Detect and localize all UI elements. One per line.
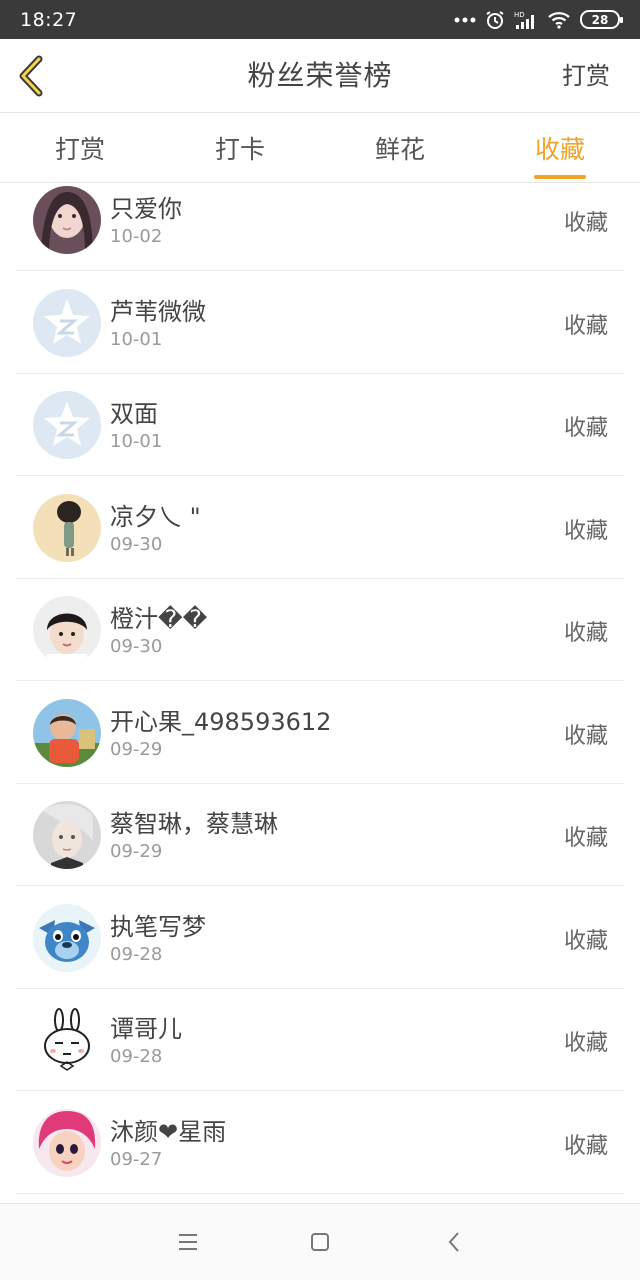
item-tag: 收藏 <box>563 416 608 441</box>
list-item[interactable]: 芦苇微微 10-01 收藏 <box>16 272 624 374</box>
avatar <box>33 186 101 254</box>
alarm-icon <box>485 10 505 30</box>
item-date: 09-28 <box>110 944 163 965</box>
item-name: 执笔写梦 <box>110 913 206 941</box>
list-item[interactable]: 谭哥儿 09-28 收藏 <box>16 989 624 1091</box>
item-date: 09-28 <box>110 1046 163 1067</box>
header: 粉丝荣誉榜 打赏 <box>0 39 640 113</box>
item-name: 只爱你 <box>110 195 182 223</box>
list-item[interactable]: 蔡智琳，蔡慧琳 09-29 收藏 <box>16 784 624 886</box>
list-item[interactable]: 开心果_498593612 09-29 收藏 <box>16 682 624 784</box>
tab-flowers[interactable]: 鲜花 <box>320 113 480 182</box>
item-tag: 收藏 <box>563 826 608 851</box>
svg-text:HD: HD <box>514 11 525 19</box>
item-tag: 收藏 <box>563 314 608 339</box>
item-date: 10-01 <box>110 431 163 452</box>
item-name: 开心果_498593612 <box>110 708 332 736</box>
tab-favorites[interactable]: 收藏 <box>480 113 640 182</box>
menu-button[interactable] <box>176 1230 200 1254</box>
list-item[interactable]: 执笔写梦 09-28 收藏 <box>16 887 624 989</box>
wifi-icon <box>547 11 571 29</box>
item-tag: 收藏 <box>563 929 608 954</box>
avatar <box>33 596 101 664</box>
back-button[interactable] <box>14 54 48 98</box>
avatar <box>33 904 101 972</box>
item-tag: 收藏 <box>563 621 608 646</box>
item-name: 橙汁�� <box>110 605 208 633</box>
back-chevron-icon <box>19 55 43 97</box>
item-date: 10-02 <box>110 226 163 247</box>
item-date: 09-29 <box>110 841 163 862</box>
status-time: 18:27 <box>20 8 78 31</box>
avatar <box>33 494 101 562</box>
item-date: 09-29 <box>110 739 163 760</box>
status-icons: HD 28 <box>454 10 623 30</box>
item-name: 蔡智琳，蔡慧琳 <box>110 810 278 838</box>
system-nav-bar <box>0 1203 640 1280</box>
item-date: 10-01 <box>110 329 163 350</box>
item-tag: 收藏 <box>563 1134 608 1159</box>
item-date: 09-27 <box>110 1149 163 1170</box>
tab-checkin[interactable]: 打卡 <box>160 113 320 182</box>
avatar <box>33 391 101 459</box>
list-item[interactable]: 凉夕乀 " 09-30 收藏 <box>16 477 624 579</box>
fan-list: 只爱你 10-02 收藏 芦苇微微 10-01 收藏 双面 10-01 收藏 凉… <box>0 183 640 1203</box>
menu-icon <box>179 1234 197 1250</box>
list-item[interactable]: 只爱你 10-02 收藏 <box>16 183 624 271</box>
avatar <box>33 289 101 357</box>
more-dots-icon <box>454 17 476 23</box>
item-name: 谭哥儿 <box>110 1015 182 1043</box>
home-square-icon <box>311 1233 329 1251</box>
item-tag: 收藏 <box>563 724 608 749</box>
back-arrow-icon <box>448 1232 459 1252</box>
avatar <box>33 801 101 869</box>
battery-level: 28 <box>591 12 609 27</box>
list-item[interactable]: 沐颜❤星雨 09-27 收藏 <box>16 1092 624 1194</box>
reward-button[interactable]: 打赏 <box>562 39 610 113</box>
avatar <box>33 1109 101 1177</box>
list-item[interactable]: 橙汁�� 09-30 收藏 <box>16 579 624 681</box>
status-bar: 18:27 HD 28 <box>0 0 640 39</box>
system-back-button[interactable] <box>442 1230 466 1254</box>
item-tag: 收藏 <box>563 1031 608 1056</box>
page-title: 粉丝荣誉榜 <box>247 59 393 92</box>
list-item[interactable]: 双面 10-01 收藏 <box>16 374 624 476</box>
item-name: 凉夕乀 " <box>110 503 201 531</box>
tab-reward[interactable]: 打赏 <box>0 113 160 182</box>
item-tag: 收藏 <box>563 211 608 236</box>
avatar <box>33 1006 101 1074</box>
item-name: 双面 <box>110 400 158 428</box>
item-name: 芦苇微微 <box>110 298 206 326</box>
item-date: 09-30 <box>110 636 163 657</box>
item-name: 沐颜❤星雨 <box>110 1118 227 1146</box>
item-date: 09-30 <box>110 534 163 555</box>
tab-bar: 打赏 打卡 鲜花 收藏 <box>0 113 640 183</box>
item-tag: 收藏 <box>563 519 608 544</box>
battery-icon: 28 <box>580 10 623 29</box>
avatar <box>33 699 101 767</box>
home-button[interactable] <box>308 1230 332 1254</box>
signal-icon: HD <box>514 10 538 30</box>
